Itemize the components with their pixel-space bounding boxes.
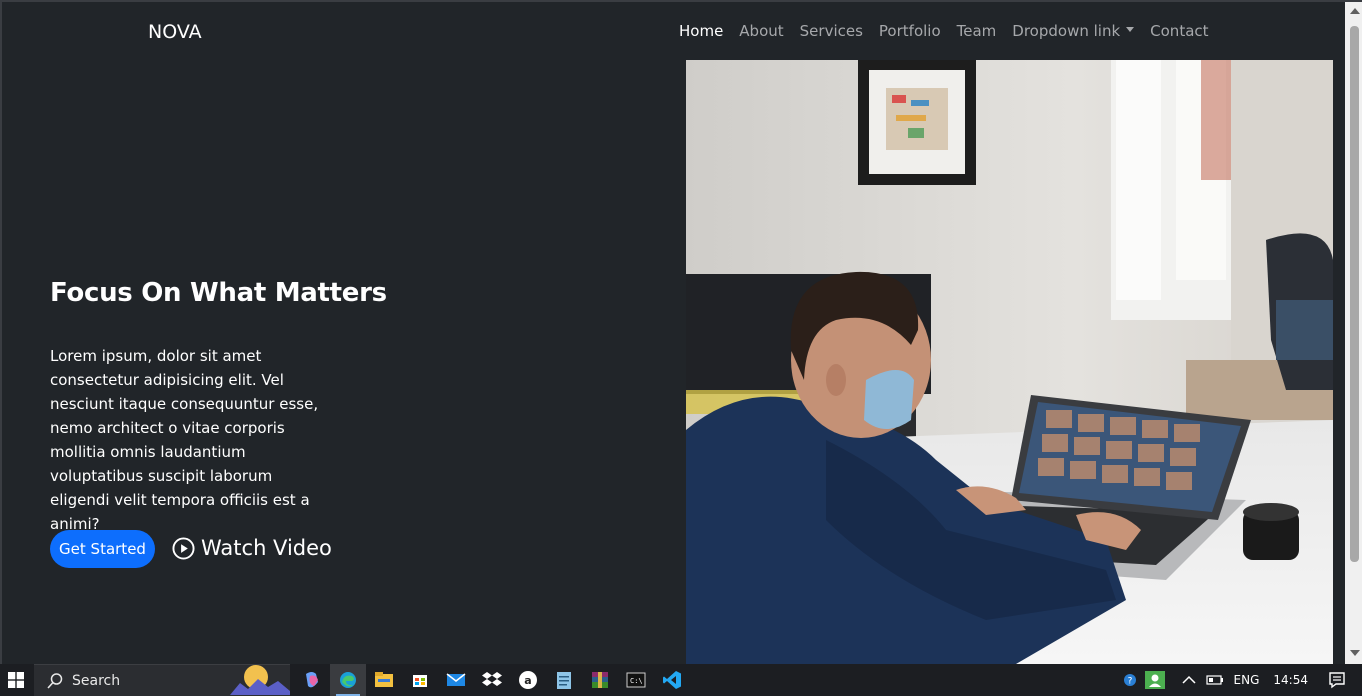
scroll-thumb[interactable] [1350, 26, 1359, 562]
hero-title: Focus On What Matters [50, 278, 387, 308]
page-scrollbar[interactable] [1345, 2, 1362, 666]
search-label: Search [72, 672, 121, 689]
browser-page: NOVA Home About Services Portfolio Team … [0, 0, 1362, 666]
terminal-icon[interactable]: C:\ [618, 664, 654, 696]
notification-icon[interactable] [1328, 671, 1346, 689]
nav-link-team[interactable]: Team [957, 22, 997, 40]
winrar-icon[interactable] [582, 664, 618, 696]
nav-link-dropdown[interactable]: Dropdown link [1012, 22, 1135, 40]
taskbar: Search a C:\ ? ENG 14:54 [0, 664, 1362, 696]
windows-logo-icon [8, 672, 24, 688]
hero-image [686, 60, 1333, 664]
play-circle-icon [172, 536, 195, 560]
nav-link-home[interactable]: Home [679, 22, 723, 40]
mail-icon[interactable] [438, 664, 474, 696]
svg-text:a: a [524, 674, 531, 687]
edge-icon[interactable] [330, 664, 366, 696]
battery-icon[interactable] [1205, 674, 1224, 686]
language-indicator[interactable]: ENG [1234, 673, 1260, 687]
scroll-down-icon[interactable] [1350, 650, 1360, 656]
windows-start-button[interactable] [0, 664, 32, 696]
store-icon[interactable] [402, 664, 438, 696]
watch-video-button[interactable]: Watch Video [172, 536, 332, 560]
watch-video-label: Watch Video [201, 536, 332, 560]
search-highlight-icon [230, 665, 290, 695]
man-on-video-call-photo [686, 60, 1333, 664]
file-explorer-icon[interactable] [366, 664, 402, 696]
help-icon[interactable]: ? [1122, 672, 1138, 688]
copilot-icon[interactable] [294, 664, 330, 696]
nav-link-contact[interactable]: Contact [1150, 22, 1208, 40]
get-started-button[interactable]: Get Started [50, 530, 155, 568]
svg-text:?: ? [1127, 677, 1132, 687]
scroll-up-icon[interactable] [1350, 8, 1360, 14]
search-icon [47, 672, 63, 689]
nav-link-about[interactable]: About [739, 22, 783, 40]
vscode-icon[interactable] [654, 664, 690, 696]
taskbar-search-box[interactable]: Search [34, 664, 290, 696]
system-tray: ? ENG 14:54 [1122, 664, 1362, 696]
hero-text: Lorem ipsum, dolor sit amet consectetur … [50, 347, 319, 533]
dropbox-icon[interactable] [474, 664, 510, 696]
nav-link-services[interactable]: Services [800, 22, 863, 40]
amazon-icon[interactable]: a [510, 664, 546, 696]
profile-icon[interactable] [1144, 670, 1166, 690]
svg-text:C:\: C:\ [630, 677, 643, 685]
clock-time[interactable]: 14:54 [1273, 673, 1308, 687]
brand-logo[interactable]: NOVA [148, 21, 202, 43]
navbar: NOVA Home About Services Portfolio Team … [2, 2, 1344, 60]
chevron-up-icon[interactable] [1182, 675, 1196, 685]
nav-link-portfolio[interactable]: Portfolio [879, 22, 941, 40]
notepad-icon[interactable] [546, 664, 582, 696]
nav-links: Home About Services Portfolio Team Dropd… [679, 22, 1225, 40]
caret-down-icon [1126, 27, 1135, 32]
nav-link-dropdown-label: Dropdown link [1012, 22, 1121, 40]
